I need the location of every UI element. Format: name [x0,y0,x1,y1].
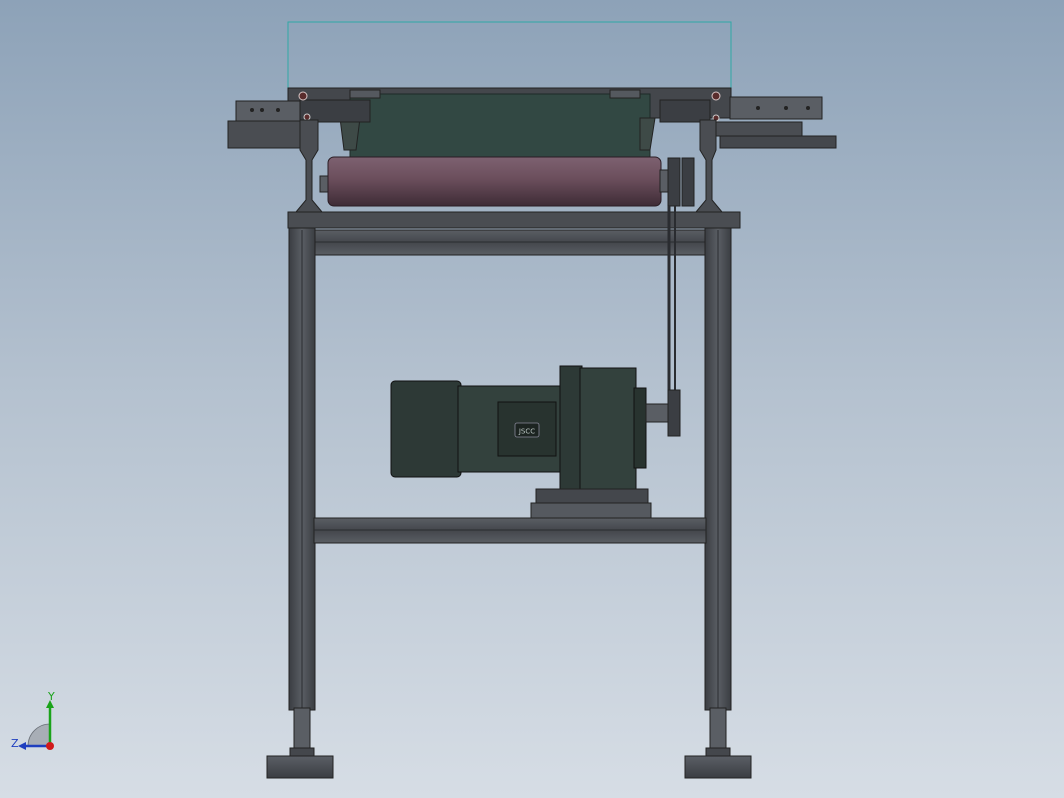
right-tension-block [659,99,711,123]
right-leveling-foot [684,707,752,779]
output-shaft [645,403,669,423]
coordinate-triad[interactable]: Y Z [0,690,80,770]
motor-nameplate-text: JSCC [518,428,535,436]
foot-stud [293,707,311,749]
gearbox-housing [579,367,637,491]
gear-flange [559,365,583,495]
belt-guide-left [339,117,361,151]
motor-sprocket [667,389,681,437]
bolt-icon [711,91,721,101]
bolt-icon [298,91,308,101]
foot-nut [289,747,315,757]
table-top-rail [287,211,741,229]
z-arrowhead-icon [18,742,26,750]
belt-clamp-right [609,89,641,99]
triad-z-label: Z [11,737,19,750]
cad-graphics-area[interactable]: JSCC Y Z [0,0,1064,798]
foot-nut [705,747,731,757]
hole-icon [250,108,254,112]
motor-fan-cover [390,380,462,478]
hole-icon [806,106,810,110]
gear-motor[interactable]: JSCC [390,365,681,519]
motor-mount-plate [530,502,652,519]
hole-icon [260,108,264,112]
left-head-side-frame [295,119,331,217]
conveyor-assembly-model[interactable]: JSCC [0,0,1064,798]
hole-icon [784,106,788,110]
foot-pad [266,755,334,779]
selection-bounding-box [287,21,732,91]
gearbox-cover [633,387,647,469]
roller-sprocket [667,157,681,207]
left-tension-block [299,99,371,123]
belt-guide-right [639,117,656,151]
drive-roller[interactable] [319,156,695,207]
triad-plane-icon [27,723,51,747]
left-leveling-foot [266,707,334,779]
left-bracket [235,100,311,122]
hole-icon [756,106,760,110]
roller-body [327,156,662,207]
belt-clamp-left [349,89,381,99]
bolt-icon [303,113,311,121]
conveyor-belt [349,93,651,161]
hole-icon [276,108,280,112]
triad-y-label: Y [47,690,55,703]
right-tail-plate [719,135,837,149]
foot-pad [684,755,752,779]
foot-stud [709,707,727,749]
roller-bearing [681,157,695,207]
origin-icon [46,742,54,750]
